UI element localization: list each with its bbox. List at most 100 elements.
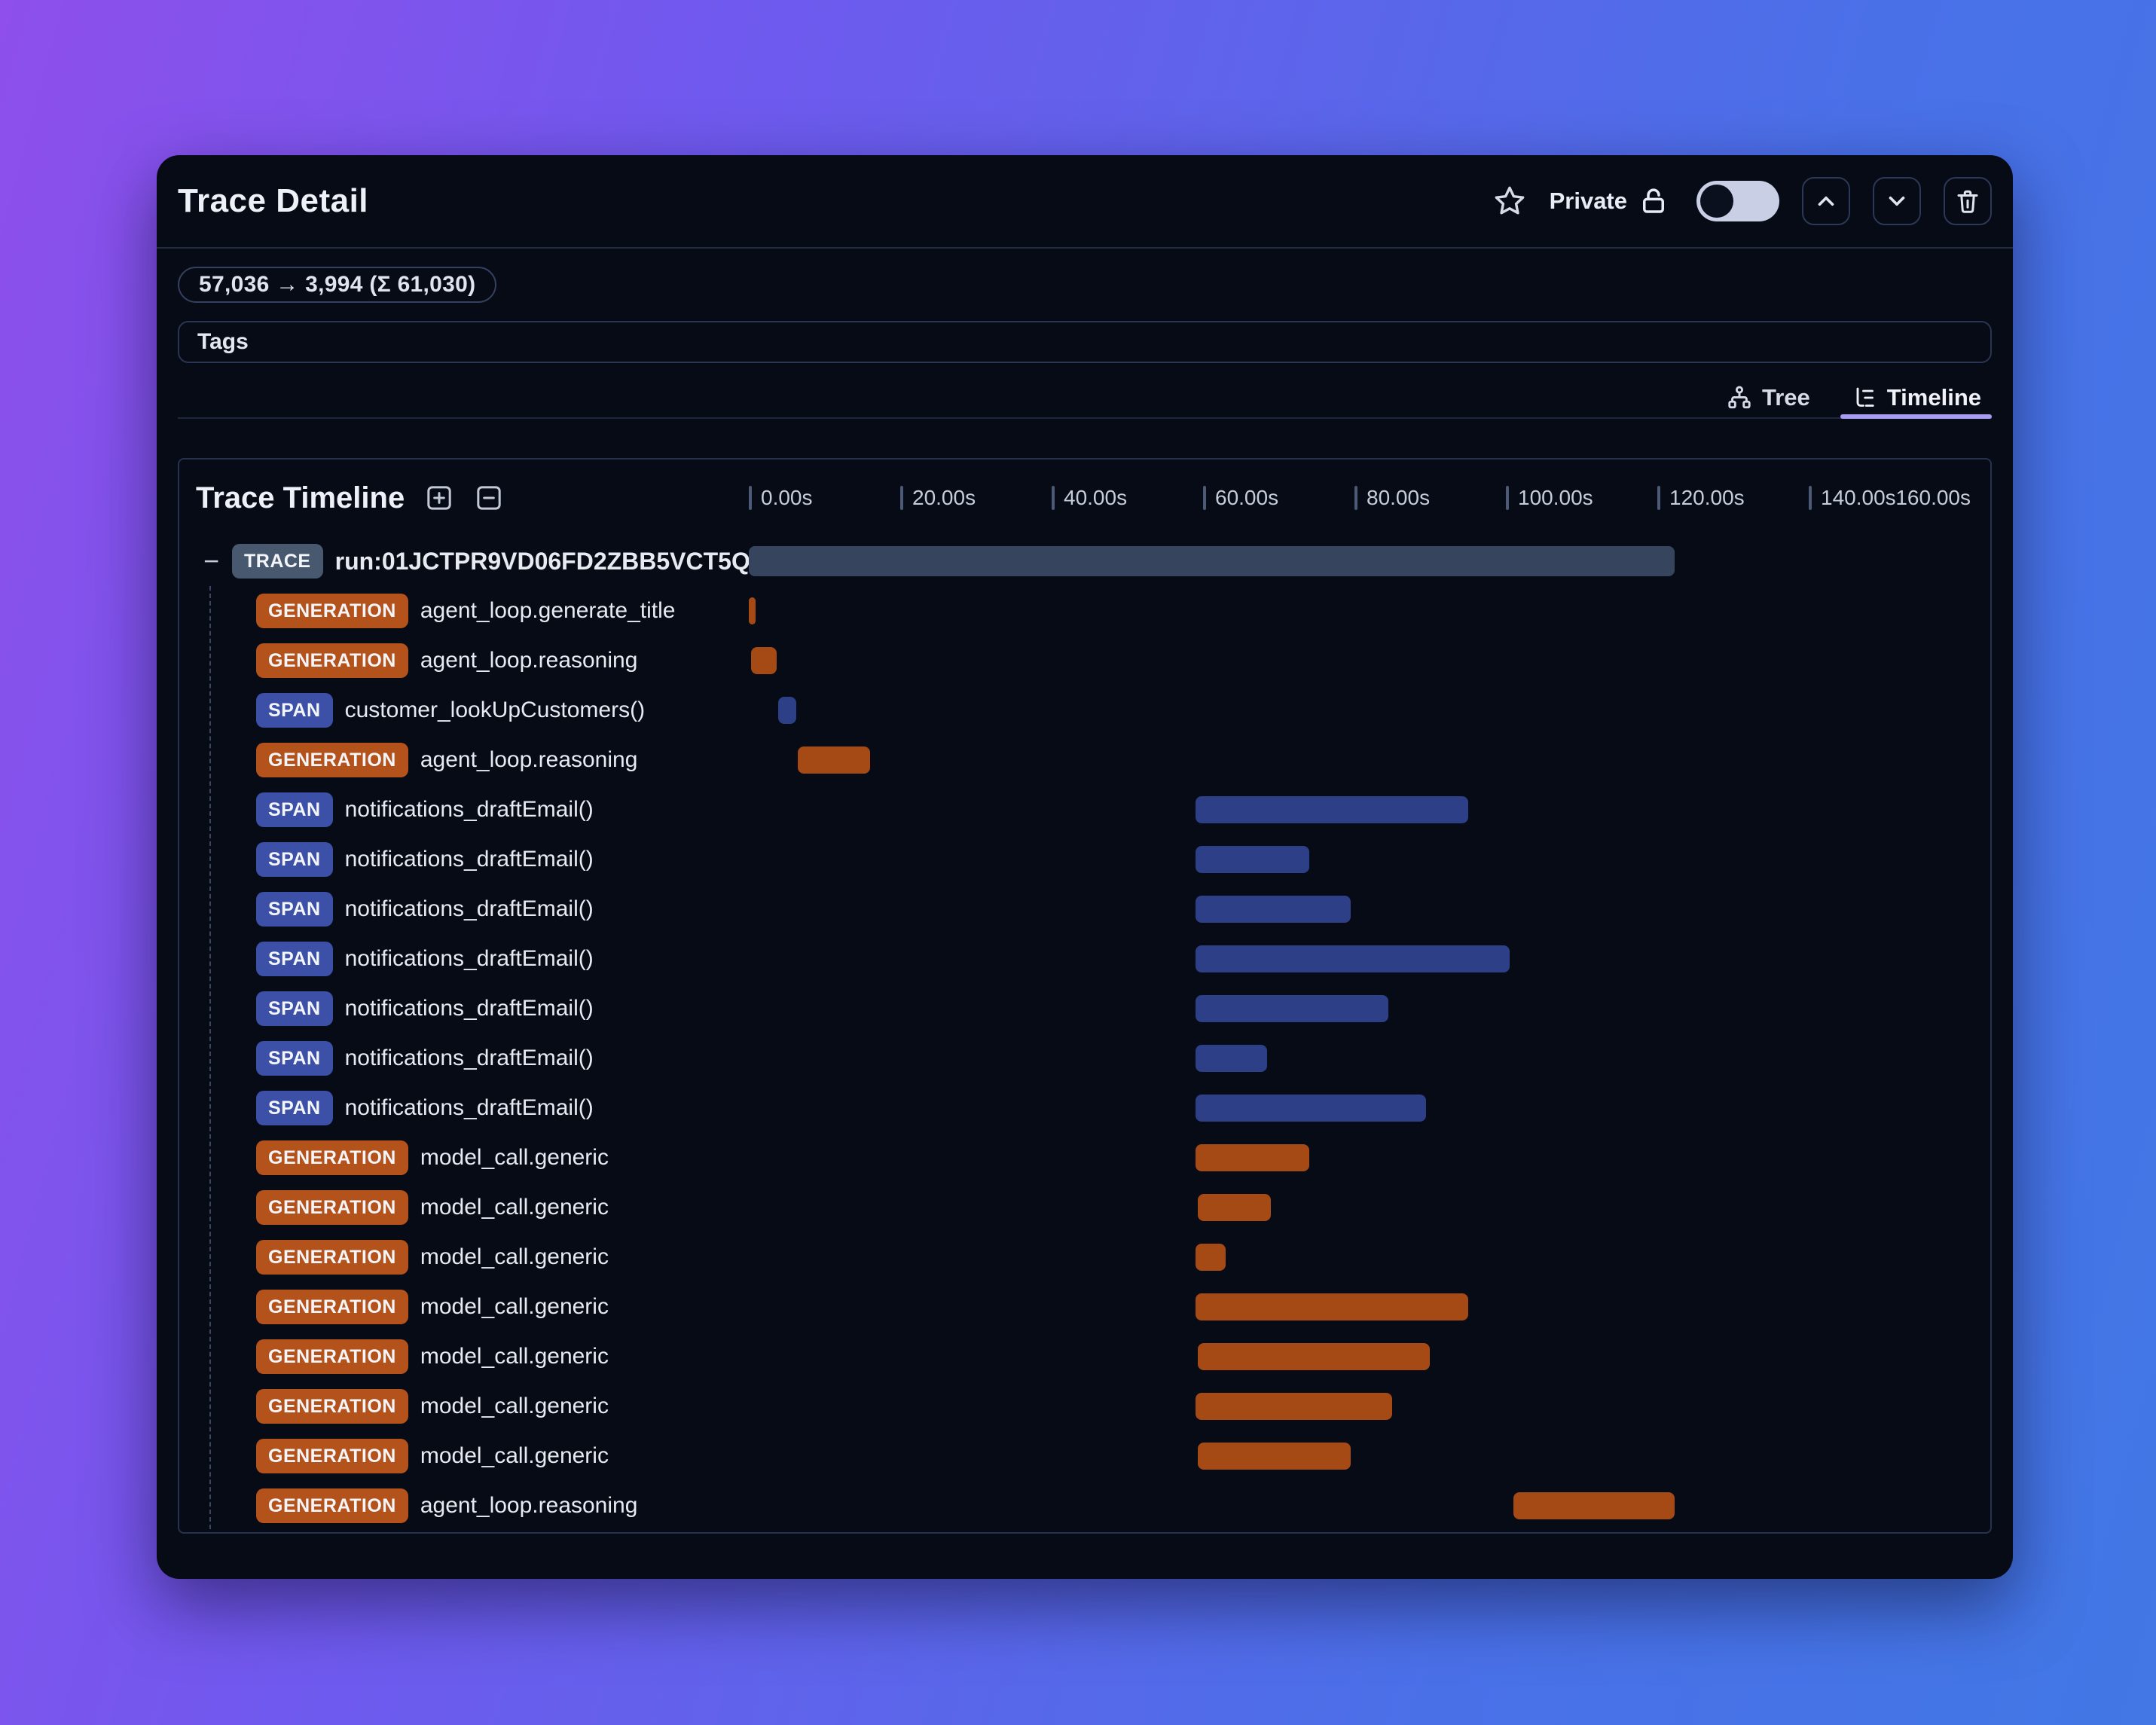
collapse-toggle-icon[interactable]: − — [179, 548, 232, 575]
delete-trace-button[interactable] — [1944, 177, 1992, 225]
tab-timeline-label: Timeline — [1886, 384, 1981, 411]
row-label: run:01JCTPR9VD06FD2ZBB5VCT5QRV — [334, 547, 783, 575]
row-label: model_call.generic — [420, 1443, 609, 1468]
row-type-badge: SPAN — [256, 892, 333, 927]
axis-tick-label: 100.00s — [1506, 486, 1593, 510]
token-usage-row: 57,036 → 3,994 (Σ 61,030) — [178, 267, 1992, 303]
tree-icon — [1726, 384, 1753, 411]
timeline-row[interactable]: SPAN notifications_draftEmail() — [179, 1033, 1990, 1083]
tags-input[interactable]: Tags — [178, 321, 1992, 363]
tags-label: Tags — [197, 329, 249, 354]
timeline-row[interactable]: SPAN notifications_draftEmail() — [179, 984, 1990, 1033]
navigate-up-button[interactable] — [1802, 177, 1850, 225]
timeline-bar[interactable] — [1195, 1293, 1468, 1320]
row-label: agent_loop.reasoning — [420, 747, 638, 772]
timeline-bar[interactable] — [1195, 1244, 1226, 1271]
timeline-row[interactable]: GENERATION model_call.generic — [179, 1382, 1990, 1431]
row-label: notifications_draftEmail() — [344, 896, 594, 921]
row-type-badge: GENERATION — [256, 643, 408, 678]
row-type-badge: GENERATION — [256, 743, 408, 777]
timeline-row[interactable]: GENERATION agent_loop.reasoning — [179, 1481, 1990, 1531]
timeline-row[interactable]: SPAN notifications_draftEmail() — [179, 835, 1990, 884]
row-type-badge: GENERATION — [256, 594, 408, 628]
timeline-row[interactable]: SPAN notifications_draftEmail() — [179, 934, 1990, 984]
desktop-background: { "header": { "title": "Trace Detail", "… — [0, 0, 2156, 1725]
privacy-control: Private — [1550, 185, 1669, 217]
row-label: agent_loop.reasoning — [420, 1493, 638, 1518]
axis-tick-label: 80.00s — [1354, 486, 1430, 510]
timeline-bar[interactable] — [1195, 796, 1468, 823]
row-type-badge: SPAN — [256, 842, 333, 877]
axis-tick-mark — [1657, 486, 1660, 510]
timeline-rows: − TRACE run:01JCTPR9VD06FD2ZBB5VCT5QRV G… — [179, 536, 1990, 1531]
privacy-label: Private — [1549, 188, 1627, 214]
timeline-row[interactable]: SPAN notifications_draftEmail() — [179, 884, 1990, 934]
timeline-row[interactable]: SPAN notifications_draftEmail() — [179, 1083, 1990, 1133]
row-type-badge: SPAN — [256, 1091, 333, 1125]
axis-tick-mark — [1809, 486, 1812, 510]
row-type-badge: GENERATION — [256, 1389, 408, 1424]
timeline-bar[interactable] — [1195, 896, 1351, 923]
timeline-bar[interactable] — [1195, 1045, 1268, 1072]
row-type-badge: TRACE — [232, 544, 323, 579]
timeline-row[interactable]: GENERATION agent_loop.generate_title — [179, 586, 1990, 636]
timeline-bar[interactable] — [1197, 1443, 1351, 1470]
axis-tick-mark — [1506, 486, 1509, 510]
header-divider — [157, 247, 2013, 249]
timeline-bar[interactable] — [749, 546, 1675, 576]
tab-tree[interactable]: Tree — [1715, 378, 1821, 417]
timeline-bar[interactable] — [778, 697, 797, 724]
timeline-row[interactable]: GENERATION agent_loop.reasoning — [179, 735, 1990, 785]
timeline-bar[interactable] — [1195, 1393, 1393, 1420]
collapse-all-icon[interactable] — [474, 483, 504, 513]
row-label: agent_loop.generate_title — [420, 598, 676, 623]
timeline-row[interactable]: − TRACE run:01JCTPR9VD06FD2ZBB5VCT5QRV — [179, 536, 1990, 586]
trace-detail-window: Trace Detail Private 57,036 → 3,994 (Σ 6… — [157, 155, 2013, 1579]
row-type-badge: GENERATION — [256, 1339, 408, 1374]
timeline-bar[interactable] — [798, 746, 870, 774]
timeline-row[interactable]: GENERATION model_call.generic — [179, 1133, 1990, 1183]
timeline-row[interactable]: GENERATION model_call.generic — [179, 1282, 1990, 1332]
axis-tick-mark — [1052, 486, 1055, 510]
timeline-row[interactable]: GENERATION model_call.generic — [179, 1332, 1990, 1382]
row-label: model_call.generic — [420, 1145, 609, 1170]
timeline-row[interactable]: GENERATION model_call.generic — [179, 1183, 1990, 1232]
privacy-toggle[interactable] — [1696, 181, 1779, 221]
navigate-down-button[interactable] — [1873, 177, 1921, 225]
axis-tick-mark — [900, 486, 903, 510]
view-tabs: Tree Timeline — [178, 378, 1993, 419]
timeline-bar[interactable] — [1195, 945, 1510, 972]
star-icon[interactable] — [1492, 184, 1527, 218]
row-type-badge: SPAN — [256, 792, 333, 827]
timeline-row[interactable]: GENERATION model_call.generic — [179, 1431, 1990, 1481]
timeline-bar[interactable] — [1195, 995, 1389, 1022]
expand-all-icon[interactable] — [424, 483, 454, 513]
row-label: model_call.generic — [420, 1344, 609, 1369]
axis-tick-mark — [1354, 486, 1357, 510]
row-label: notifications_draftEmail() — [344, 847, 594, 872]
timeline-bar[interactable] — [749, 597, 756, 624]
axis-tick-mark — [749, 486, 752, 510]
timeline-bar[interactable] — [1513, 1492, 1675, 1519]
timeline-bar[interactable] — [1195, 1095, 1427, 1122]
timeline-bar[interactable] — [1195, 846, 1309, 873]
timeline-bar[interactable] — [1197, 1343, 1431, 1370]
timeline-row[interactable]: GENERATION model_call.generic — [179, 1232, 1990, 1282]
timeline-bar[interactable] — [1195, 1144, 1309, 1171]
timeline-row[interactable]: GENERATION agent_loop.reasoning — [179, 636, 1990, 685]
axis-tick-label: 60.00s — [1203, 486, 1278, 510]
row-label: model_call.generic — [420, 1294, 609, 1319]
token-usage-badge: 57,036 → 3,994 (Σ 61,030) — [178, 267, 497, 303]
timeline-row[interactable]: SPAN notifications_draftEmail() — [179, 785, 1990, 835]
axis-tick-label: 140.00s — [1809, 486, 1896, 510]
timeline-bar[interactable] — [751, 647, 777, 674]
axis-tick-label: 20.00s — [900, 486, 976, 510]
page-title: Trace Detail — [178, 182, 369, 219]
timeline-row[interactable]: SPAN customer_lookUpCustomers() — [179, 685, 1990, 735]
axis-end-label: 160.00s — [1895, 486, 1971, 509]
tab-timeline[interactable]: Timeline — [1840, 378, 1993, 419]
row-type-badge: SPAN — [256, 942, 333, 976]
timeline-bar[interactable] — [1197, 1194, 1272, 1221]
row-label: agent_loop.reasoning — [420, 648, 638, 673]
timeline-panel-header: Trace Timeline 0.00s 20.00s 40.00s 60.00s 80… — [179, 459, 1990, 536]
